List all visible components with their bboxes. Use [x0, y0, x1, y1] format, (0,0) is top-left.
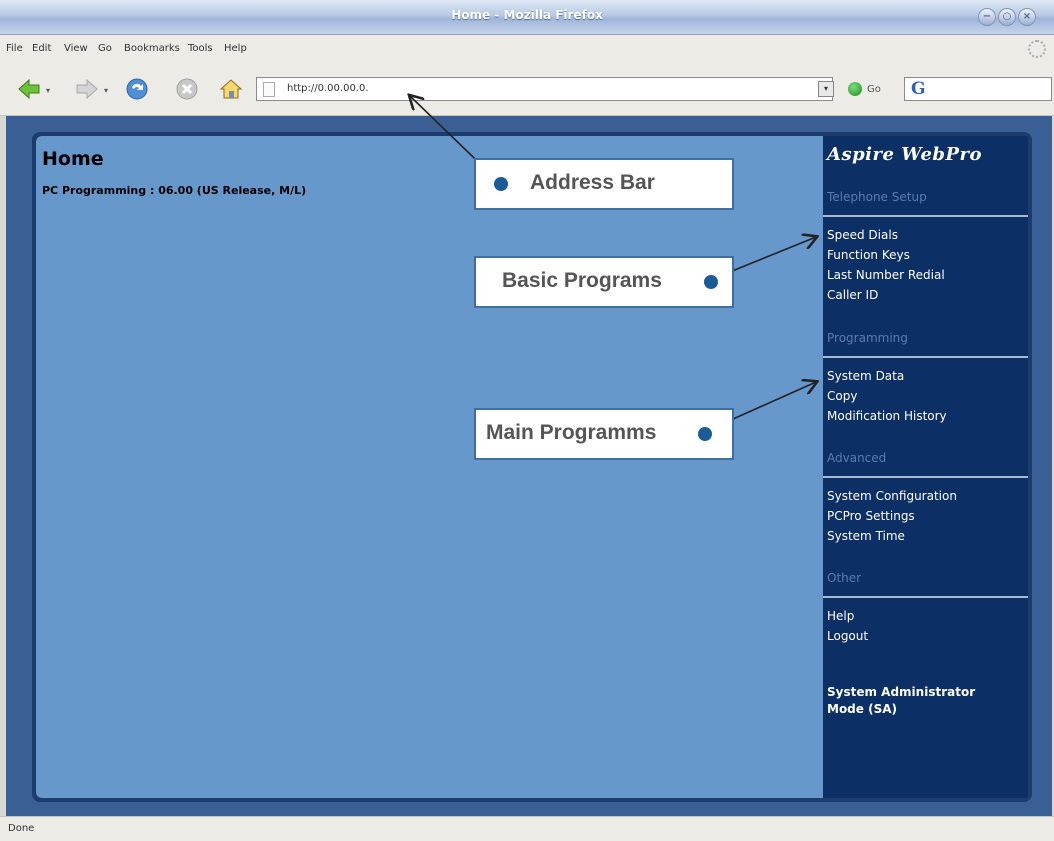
- callout-basic-programs: Basic Programs: [474, 256, 734, 308]
- callout-basic-programs-label: Basic Programs: [502, 269, 662, 292]
- callout-main-programs: Main Programms: [474, 408, 734, 460]
- callout-main-programs-label: Main Programms: [486, 421, 657, 444]
- callout-address-bar-label: Address Bar: [530, 171, 655, 194]
- callout-address-bar: Address Bar: [474, 158, 734, 210]
- callout-dot: [494, 177, 508, 191]
- status-bar: Done: [0, 816, 1054, 841]
- callout-dot: [704, 275, 718, 289]
- callout-dot: [698, 427, 712, 441]
- status-text: Done: [8, 823, 35, 834]
